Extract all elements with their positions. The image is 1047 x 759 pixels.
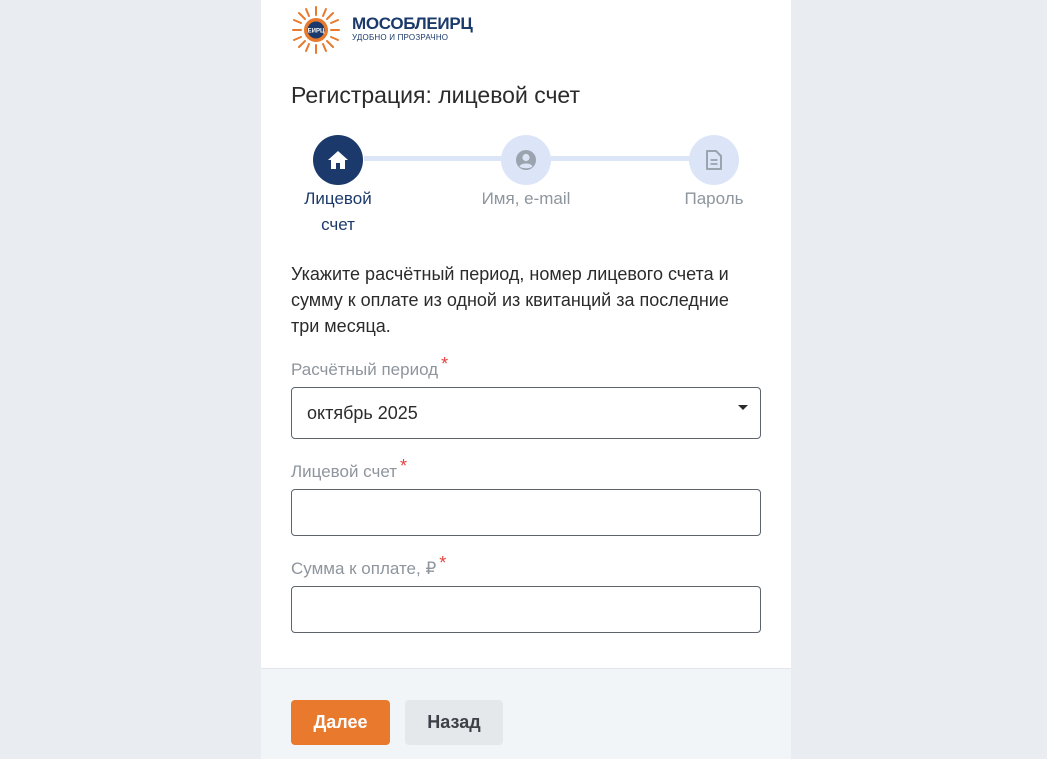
instructions-text: Укажите расчётный период, номер лицевого…: [291, 264, 729, 336]
step-2-circle: [501, 135, 551, 185]
step-2-label: Имя, e-mail: [481, 189, 571, 208]
brand-logo: ЕИРЦ МОСОБЛЕИРЦ УДОБНО И ПРОЗРАЧНО: [290, 5, 480, 55]
back-button[interactable]: Назад: [405, 700, 503, 745]
required-mark: *: [400, 456, 408, 476]
registration-card: ЕИРЦ МОСОБЛЕИРЦ УДОБНО И ПРОЗРАЧНО Регис…: [261, 0, 791, 759]
form-footer: Далее Назад: [261, 668, 791, 759]
account-label: Лицевой счет *: [291, 456, 408, 481]
amount-input[interactable]: [291, 586, 761, 633]
document-icon: [706, 150, 722, 170]
home-icon: [328, 151, 348, 169]
user-icon: [516, 150, 536, 170]
page-title: Регистрация: лицевой счет: [291, 82, 580, 108]
brand-tagline: УДОБНО И ПРОЗРАЧНО: [352, 33, 449, 42]
required-mark: *: [439, 553, 447, 573]
period-select-value: октябрь 2025: [307, 403, 418, 423]
caret-down-icon: [738, 405, 748, 410]
sun-logo-icon: ЕИРЦ: [292, 6, 340, 54]
period-label: Расчётный период *: [291, 354, 449, 379]
stepper-connector: [364, 156, 504, 161]
amount-label: Сумма к оплате, ₽ *: [291, 553, 447, 578]
step-3-label: Пароль: [684, 189, 744, 208]
required-mark: *: [441, 354, 449, 374]
logo-badge-text: ЕИРЦ: [308, 29, 325, 35]
step-3-circle: [689, 135, 739, 185]
step-1-circle: [313, 135, 363, 185]
period-select[interactable]: октябрь 2025: [291, 387, 761, 439]
stepper-connector: [551, 156, 691, 161]
account-input[interactable]: [291, 489, 761, 536]
brand-name: МОСОБЛЕИРЦ: [352, 14, 473, 33]
step-1-label: Лицевой счет: [304, 189, 372, 234]
next-button[interactable]: Далее: [291, 700, 390, 745]
